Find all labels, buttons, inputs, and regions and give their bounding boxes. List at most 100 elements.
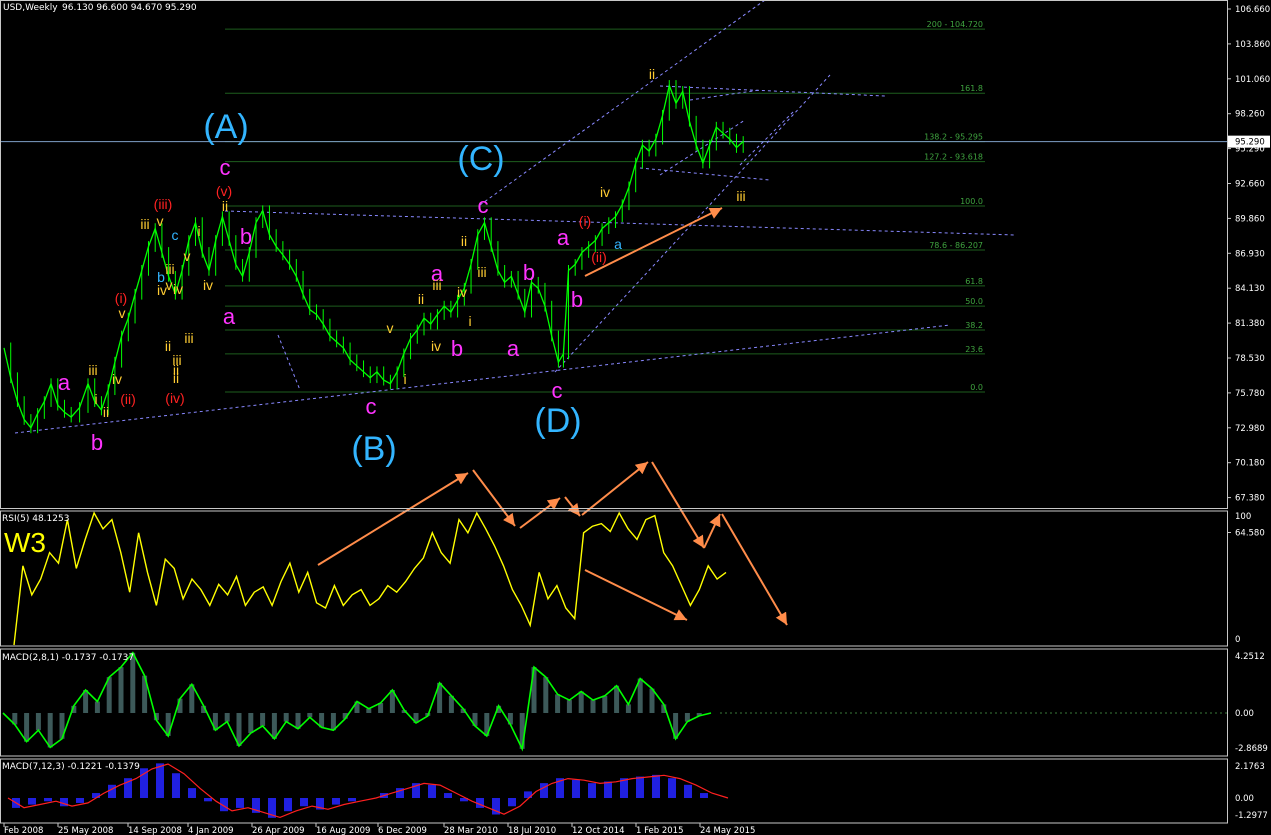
wave-label: i xyxy=(197,223,200,239)
price-tick-label: 89.860 xyxy=(1235,214,1265,224)
forecast-arrow xyxy=(564,496,581,517)
wave-label: c xyxy=(478,193,489,218)
fib-label: 138.2 - 95.295 xyxy=(924,133,983,142)
time-tick-label: 24 May 2015 xyxy=(700,826,755,835)
current-price-label: 95.290 xyxy=(1235,138,1265,148)
fib-label: 100.0 xyxy=(960,197,983,206)
macd-fast-panel xyxy=(2,651,1227,752)
trendline xyxy=(639,167,771,181)
wave-label: i xyxy=(94,391,97,407)
price-tick-label: 72.980 xyxy=(1235,424,1265,434)
chart-header-symbol: USD,Weekly xyxy=(3,3,58,13)
wave-label: (C) xyxy=(457,140,504,178)
price-tick-label: 84.130 xyxy=(1235,284,1265,294)
wave-label: v xyxy=(184,248,191,264)
macd-slow-tick-label: -1.2977 xyxy=(1235,811,1268,821)
wave-label: v xyxy=(119,305,126,321)
indicator-panel-frame xyxy=(0,510,1228,647)
wave-label: b xyxy=(571,287,583,312)
wave-label: ii xyxy=(165,338,171,354)
wave-label: (A) xyxy=(203,108,248,146)
wave-label: a xyxy=(614,236,622,252)
wave-label: i xyxy=(403,371,406,387)
wave-label: iv xyxy=(431,338,441,354)
fib-label: 61.8 xyxy=(965,277,983,286)
wave-label: a xyxy=(223,304,236,329)
wave-label: iv xyxy=(112,371,122,387)
price-tick-label: 75.780 xyxy=(1235,389,1265,399)
fib-label: 23.6 xyxy=(965,345,983,354)
fib-label: 0.0 xyxy=(970,383,983,392)
time-tick-label: 14 Sep 2008 xyxy=(128,826,182,835)
wave-label: v xyxy=(157,213,164,229)
time-tick-label: 16 Aug 2009 xyxy=(316,826,370,835)
wave-label: ii xyxy=(103,404,109,420)
wave-label: ii xyxy=(649,66,655,82)
price-tick-label: 67.380 xyxy=(1235,494,1265,504)
wave-label: b xyxy=(91,430,103,455)
wave-label: b xyxy=(240,224,252,249)
macd-slow-tick-label: 2.1763 xyxy=(1235,762,1265,772)
price-tick-label: 64.580 xyxy=(1235,529,1265,539)
trendline xyxy=(689,89,761,101)
wave-label: iii xyxy=(432,277,441,293)
macd-fast-tick-label: 0.00 xyxy=(1235,709,1254,719)
forecast-arrow xyxy=(703,513,721,549)
fib-label: 200 - 104.720 xyxy=(927,20,983,29)
wave-label: c xyxy=(552,378,563,403)
wave-label: ii xyxy=(173,370,179,386)
forecast-arrow xyxy=(581,461,649,516)
panel-frames xyxy=(0,0,1228,824)
macd-fast-tick-label: 4.2512 xyxy=(1235,652,1265,662)
wave-label: iii xyxy=(165,261,174,277)
fib-label: 38.2 xyxy=(965,321,983,330)
wave-labels: (A)(B)(C)(D)ccccababab abab(v)(iii)(i)(ii… xyxy=(58,66,746,468)
wave-label: b xyxy=(523,260,535,285)
rsi-tick-label: 0 xyxy=(1235,635,1240,645)
price-tick-label: 98.260 xyxy=(1235,110,1265,120)
price-tick-label: 92.660 xyxy=(1235,180,1265,190)
macd-fast-tick-label: -2.8689 xyxy=(1235,744,1268,754)
wave-label: a xyxy=(58,370,71,395)
wave-label: iv xyxy=(203,277,213,293)
wave-label: (i) xyxy=(115,290,127,306)
wave-label: iii xyxy=(140,216,149,232)
indicator-panel-frame xyxy=(0,758,1228,824)
time-tick-label: 25 May 2008 xyxy=(58,826,113,835)
wave-label: (i) xyxy=(579,213,591,229)
wave-label: iv xyxy=(600,184,610,200)
wave-label: i xyxy=(468,313,471,329)
fib-label: 50.0 xyxy=(965,297,983,306)
fib-label: 127.2 - 93.618 xyxy=(924,153,983,162)
rsi-label: RSI(5) 48.1253 xyxy=(2,514,69,524)
fib-label: 78.6 - 86.207 xyxy=(929,241,983,250)
rsi-tick-label: 100 xyxy=(1235,512,1251,522)
time-tick-label: 4 Jan 2009 xyxy=(188,826,234,835)
trendline xyxy=(739,109,796,166)
wave-label: ii xyxy=(222,198,228,214)
indicator-panel-frame xyxy=(0,648,1228,757)
wave-label: (ii) xyxy=(120,391,136,407)
wave-label: (v) xyxy=(216,183,232,199)
forecast-arrow xyxy=(584,569,688,621)
wave-label: (ii) xyxy=(591,249,607,265)
trendline xyxy=(14,324,951,434)
wave-label: iv xyxy=(173,281,183,297)
wave-label: v xyxy=(166,277,173,293)
macd-fast-label: MACD(2,8,1) -0.1737 -0.1737 xyxy=(2,653,134,663)
wave-label: iii xyxy=(88,362,97,378)
chart-header-ohlc: 96.130 96.600 94.670 95.290 xyxy=(62,3,197,13)
wave-label: (iv) xyxy=(165,390,184,406)
wave-label: iii xyxy=(736,188,745,204)
trendline xyxy=(659,85,886,97)
time-tick-label: 18 Jul 2010 xyxy=(508,826,556,835)
wave-label: b xyxy=(451,336,463,361)
trendline xyxy=(479,0,766,206)
time-tick-label: 12 Oct 2014 xyxy=(572,826,625,835)
wave-label: a xyxy=(507,336,520,361)
trendline xyxy=(224,210,1016,236)
wave-label: v xyxy=(387,320,394,336)
price-tick-label: 70.180 xyxy=(1235,459,1265,469)
forecast-arrow xyxy=(317,472,469,566)
wave-label: iii xyxy=(477,264,486,280)
